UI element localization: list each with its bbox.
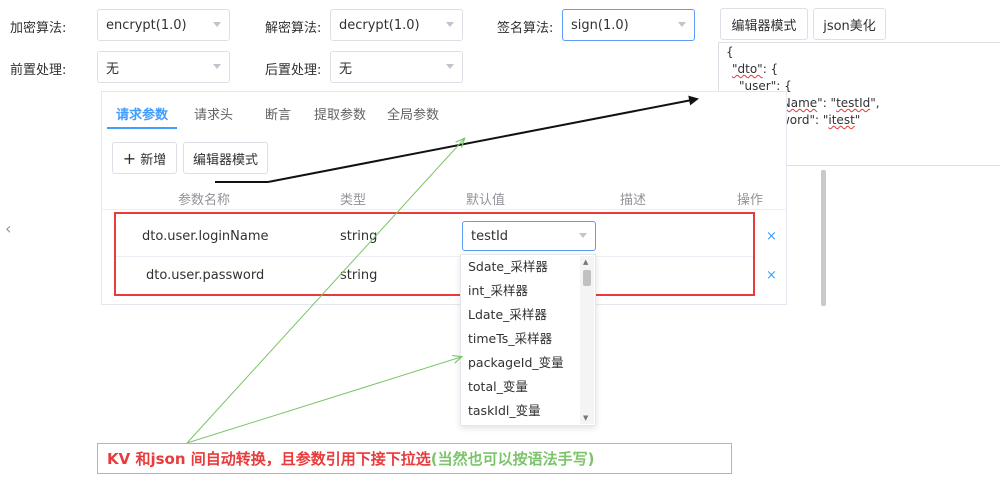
green-arrow-2 (186, 357, 461, 444)
black-arrow (267, 95, 699, 183)
green-arrow-1 (186, 139, 464, 444)
annotation-green-text: (当然也可以按语法手写) (430, 450, 595, 468)
annotation-arrows (186, 95, 699, 444)
annotation-red-text: KV 和json 间自动转换，且参数引用下接下拉选 (107, 450, 431, 468)
annotation-note: KV 和json 间自动转换，且参数引用下接下拉选 (当然也可以按语法手写) (97, 443, 732, 474)
